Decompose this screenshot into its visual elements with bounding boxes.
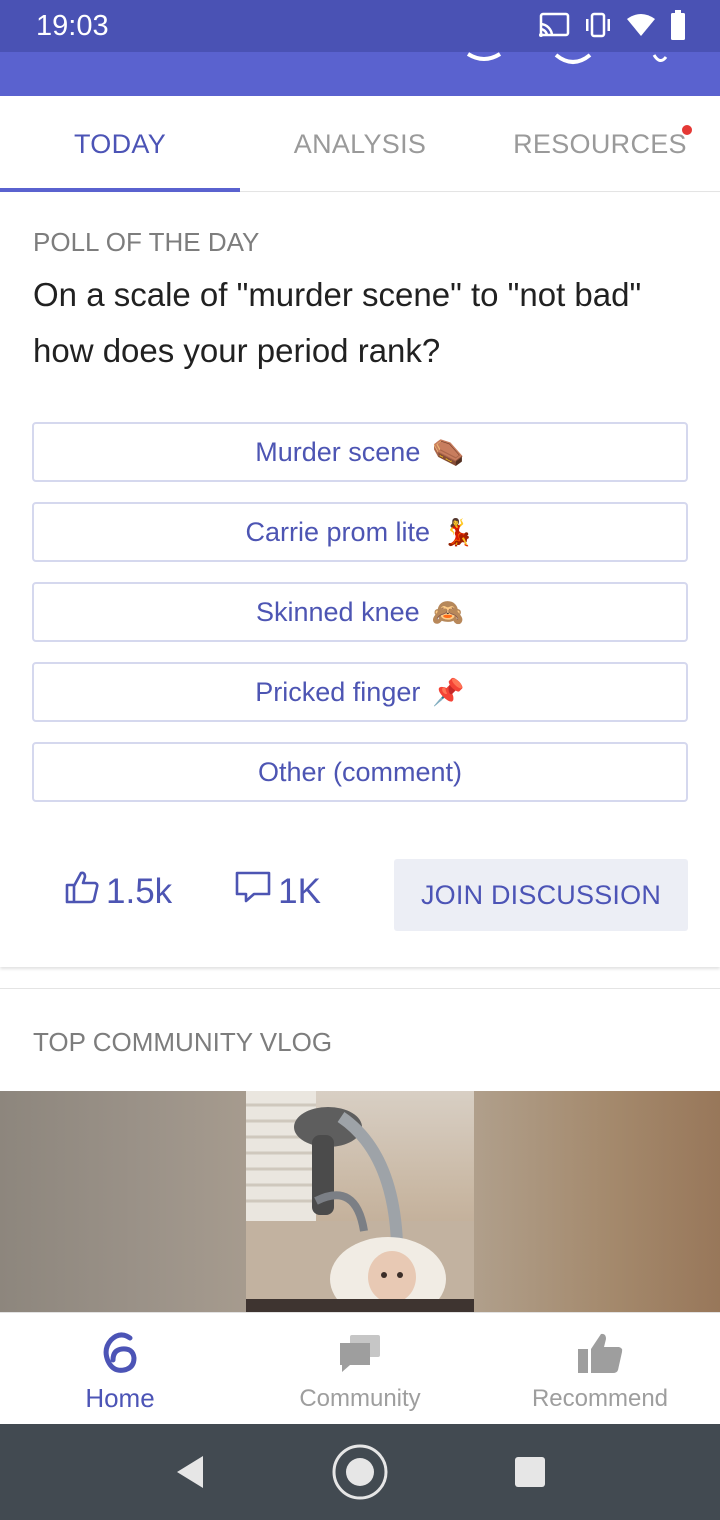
app-bar bbox=[0, 52, 720, 96]
poll-option-carrie-prom-lite[interactable]: Carrie prom lite 💃 bbox=[32, 502, 688, 562]
comment-icon bbox=[234, 870, 272, 913]
baby-swing-image bbox=[246, 1091, 474, 1313]
poll-option-label: Murder scene bbox=[255, 436, 421, 467]
poll-card: POLL OF THE DAY On a scale of "murder sc… bbox=[0, 193, 720, 967]
nav-home[interactable]: Home bbox=[0, 1313, 240, 1425]
back-icon[interactable] bbox=[150, 1424, 230, 1520]
tab-resources-label: RESOURCES bbox=[513, 128, 687, 159]
home-button-icon[interactable] bbox=[320, 1424, 400, 1520]
status-bar: 19:03 bbox=[0, 0, 720, 52]
poll-stats: 1.5k 1K bbox=[64, 869, 383, 914]
tab-indicator bbox=[0, 188, 240, 192]
cast-icon bbox=[538, 12, 570, 43]
battery-icon bbox=[670, 9, 686, 45]
vlog-thumbnail[interactable] bbox=[0, 1091, 720, 1313]
wifi-icon bbox=[626, 13, 656, 42]
poll-option-label: Other (comment) bbox=[257, 756, 463, 787]
vlog-title: TOP COMMUNITY VLOG bbox=[33, 1027, 333, 1057]
thumbs-up-outline-icon bbox=[64, 869, 100, 914]
status-icons bbox=[538, 9, 686, 45]
dancer-icon: 💃 bbox=[442, 516, 475, 547]
nav-community-label: Community bbox=[299, 1385, 421, 1412]
like-count: 1.5k bbox=[106, 871, 173, 911]
nav-recommend[interactable]: Recommend bbox=[480, 1313, 720, 1425]
home-logo-icon bbox=[100, 1329, 140, 1377]
system-nav-bar bbox=[0, 1424, 720, 1520]
bottom-nav: Home Community Recommend bbox=[0, 1312, 720, 1424]
notification-badge bbox=[682, 125, 692, 135]
recents-icon[interactable] bbox=[490, 1424, 570, 1520]
poll-option-murder-scene[interactable]: Murder scene ⚰️ bbox=[32, 422, 688, 482]
poll-eyebrow: POLL OF THE DAY bbox=[33, 227, 260, 257]
comment-count: 1K bbox=[278, 871, 321, 911]
nav-home-label: Home bbox=[85, 1383, 155, 1413]
poll-option-pricked-finger[interactable]: Pricked finger 📌 bbox=[32, 662, 688, 722]
poll-option-label: Carrie prom lite bbox=[245, 516, 431, 547]
chat-bubbles-icon bbox=[338, 1329, 382, 1377]
vlog-card: TOP COMMUNITY VLOG bbox=[0, 988, 720, 1313]
vibrate-icon bbox=[584, 12, 612, 43]
search-icon[interactable] bbox=[554, 52, 592, 70]
notification-icon[interactable] bbox=[650, 52, 670, 70]
tab-resources[interactable]: RESOURCES bbox=[480, 96, 720, 192]
poll-option-label: Pricked finger bbox=[255, 676, 421, 707]
poll-option-skinned-knee[interactable]: Skinned knee 🙈 bbox=[32, 582, 688, 642]
tab-today-label: TODAY bbox=[73, 128, 167, 159]
nav-recommend-label: Recommend bbox=[531, 1385, 669, 1412]
tab-today[interactable]: TODAY bbox=[0, 96, 240, 192]
coffin-icon: ⚰️ bbox=[432, 436, 465, 467]
status-time: 19:03 bbox=[36, 10, 109, 42]
vlog-video-frame bbox=[246, 1091, 474, 1313]
tab-analysis-label: ANALYSIS bbox=[293, 128, 427, 159]
tab-analysis[interactable]: ANALYSIS bbox=[240, 96, 480, 192]
pushpin-icon: 📌 bbox=[432, 676, 465, 707]
join-discussion-button[interactable]: JOIN DISCUSSION bbox=[394, 859, 688, 931]
like-button[interactable]: 1.5k bbox=[64, 869, 172, 914]
tab-bar: TODAY ANALYSIS RESOURCES bbox=[0, 96, 720, 192]
poll-option-label: Skinned knee bbox=[256, 596, 420, 627]
thumbs-up-icon bbox=[576, 1329, 624, 1377]
see-no-evil-monkey-icon: 🙈 bbox=[431, 596, 464, 627]
poll-option-other[interactable]: Other (comment) bbox=[32, 742, 688, 802]
comment-button[interactable]: 1K bbox=[234, 870, 321, 913]
poll-question: On a scale of "murder scene" to "not bad… bbox=[33, 276, 642, 369]
app-bar-action-icon[interactable] bbox=[466, 52, 502, 71]
nav-community[interactable]: Community bbox=[240, 1313, 480, 1425]
